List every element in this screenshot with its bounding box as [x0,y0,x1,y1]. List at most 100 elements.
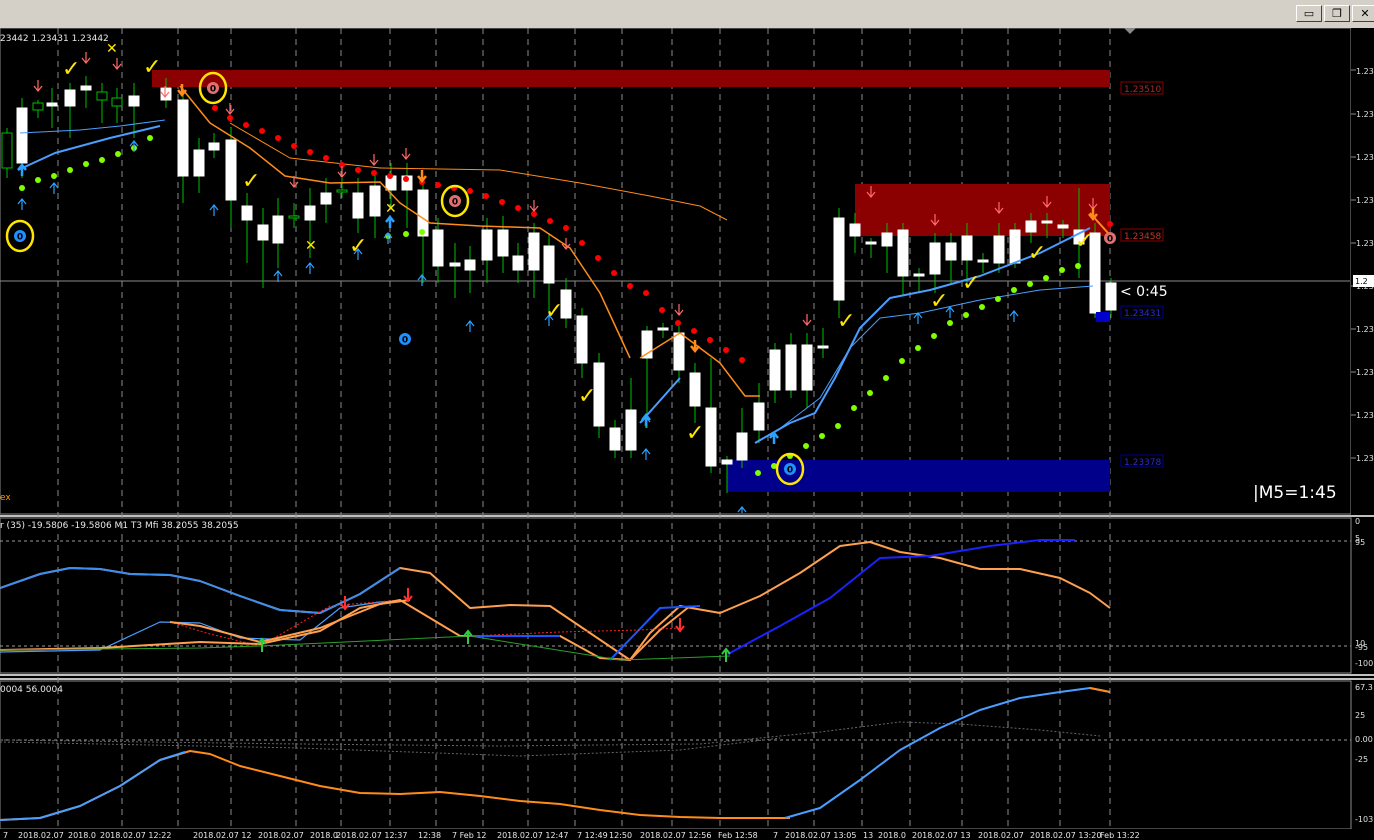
candle-body [865,241,877,245]
oscillator-axis-label: -95 [1355,643,1368,652]
price-label: 1.23 [1356,110,1374,119]
close-button[interactable]: ✕ [1352,5,1374,22]
price-label: 1.23 [1356,411,1374,420]
candle-body [913,273,925,277]
sar-dot-low [899,358,905,364]
time-label: 12:50 [609,831,632,840]
price-label: 1.23 [1356,196,1374,205]
sar-dot-low [995,296,1001,302]
candle-body [449,262,461,267]
candle-body [817,345,829,349]
mfi-axis-label: 67.3 [1355,683,1373,692]
sar-dot-low [803,443,809,449]
candle-body [625,409,637,451]
candle-body [769,349,781,391]
candle-body [1025,220,1037,233]
candle-body [32,102,44,111]
check-mark-icon: ✓ [545,299,563,324]
candle-body [977,259,989,263]
candle-body [288,215,300,219]
time-label: 13 [863,831,873,840]
time-label: 12:38 [418,831,441,840]
time-label: 7 Feb 12 [452,831,487,840]
sar-dot-high [675,320,681,326]
time-label: 2018.02.07 12 [193,831,252,840]
candle-body [849,223,861,237]
candle-body [464,259,476,271]
candle-body [961,235,973,261]
main-chart-panel[interactable] [0,28,1352,515]
sar-dot-low [947,320,953,326]
sar-dot-high [227,115,233,121]
time-label: 2018.02.07 12:47 [497,831,568,840]
bar-countdown: < 0:45 [1120,284,1168,300]
candle-body [225,139,237,201]
time-label: 7 [3,831,8,840]
time-label: 2018.0 [310,831,338,840]
restore-button[interactable]: ❐ [1324,5,1350,22]
price-tag-support: 1.23378 [1124,458,1161,468]
check-mark-icon: ✓ [1075,229,1093,254]
sar-dot-low [419,229,425,235]
candle-body [993,235,1005,264]
candle-body [801,344,813,391]
sar-dot-low [115,151,121,157]
candle-body [96,91,108,101]
mfi-panel[interactable] [0,680,1352,830]
candle-body [1105,282,1117,311]
candle-body [528,232,540,271]
timeframe-timer: |M5=1:45 [1253,483,1337,503]
sar-dot-high [723,347,729,353]
candle-body [177,99,189,177]
time-label: 2018.02.07 12:22 [100,831,171,840]
sar-dot-high [435,182,441,188]
check-mark-icon: ✓ [686,421,704,446]
price-tag-current: 1.23431 [1124,309,1161,319]
time-label: 2018.0 [878,831,906,840]
check-mark-icon: ✓ [962,271,980,296]
mfi-axis-label: -25 [1355,755,1368,764]
candle-body [785,344,797,391]
candle-body [111,97,123,107]
sar-dot-high [499,199,505,205]
check-mark-icon: ✓ [143,55,161,80]
sar-dot-low [99,157,105,163]
time-label: 7 12:49 [577,831,608,840]
sar-dot-high [212,105,218,111]
candle-body [272,215,284,244]
check-mark-icon: ✓ [578,384,596,409]
minimize-button[interactable]: ▭ [1296,5,1322,22]
chart-canvas[interactable]: 000000✓ ✓✓✓✓✓✓✓✓✓✓ ✓✕✕✕ 23442 1.23431 1.23… [0,28,1374,840]
sar-dot-high [515,205,521,211]
candle-body [369,185,381,217]
oscillator-axis-label: -100 [1355,659,1373,668]
candle-body [881,232,893,247]
sar-dot-high [691,328,697,334]
sar-dot-low [883,375,889,381]
candle-body [929,242,941,275]
candle-body [753,402,765,431]
zero-badge-label: 0 [1107,235,1113,245]
candle-body [16,107,28,164]
sar-dot-low [147,135,153,141]
candle-body [609,427,621,451]
check-mark-icon: ✓ [1028,241,1046,266]
candle-body [208,142,220,151]
sar-dot-high [595,255,601,261]
check-mark-icon: ✓ [62,57,80,82]
sar-dot-high [323,155,329,161]
support-zone [727,460,1110,492]
sar-dot-low [1027,281,1033,287]
sar-dot-high [627,283,633,289]
mfi-axis-label: -103 [1355,815,1373,824]
price-tag-lower-resistance: 1.23458 [1124,232,1161,242]
sar-dot-high [579,240,585,246]
zero-badge-label: 0 [452,198,458,208]
candle-body [945,242,957,261]
oscillator-label: r (35) -19.5806 -19.5806 M1 T3 Mfi 38.20… [0,521,239,531]
sar-dot-low [51,173,57,179]
window-titlebar: ▭ ❐ ✕ [0,0,1374,29]
oscillator-axis-label: 5 [1355,534,1360,543]
price-label: 1.23 [1356,67,1374,76]
sar-dot-low [963,312,969,318]
